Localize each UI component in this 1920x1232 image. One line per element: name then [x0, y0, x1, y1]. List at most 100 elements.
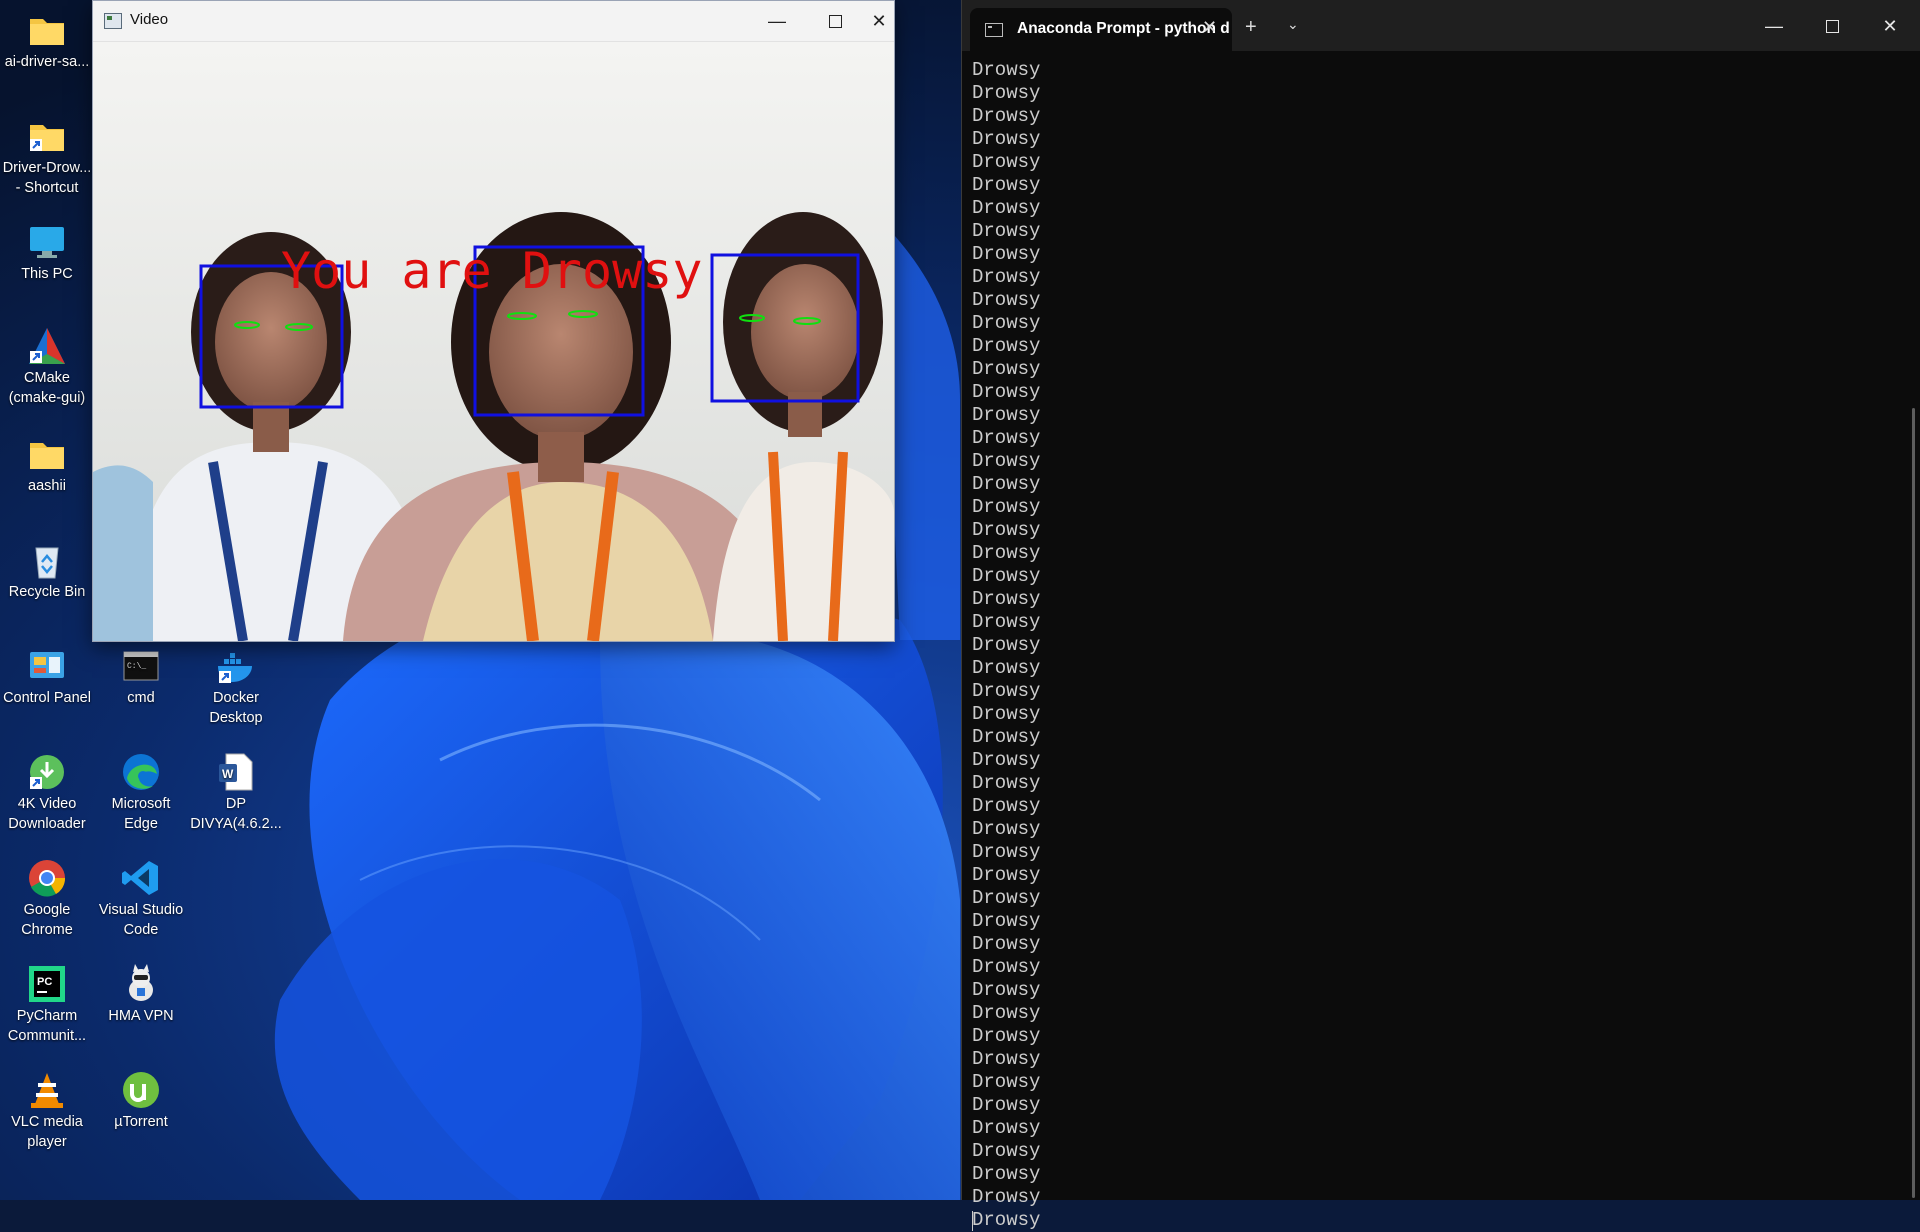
terminal-line: Drowsy: [972, 1071, 1041, 1093]
pycharm-icon: PC: [27, 964, 67, 1004]
terminal-line: Drowsy: [972, 611, 1041, 633]
video-window-titlebar[interactable]: Video — ✕: [93, 1, 894, 42]
chevron-down-icon[interactable]: ⌄: [1287, 16, 1299, 33]
terminal-line: Drowsy: [972, 703, 1041, 725]
terminal-line: Drowsy: [972, 151, 1041, 173]
terminal-line: Drowsy: [972, 335, 1041, 357]
terminal-line: Drowsy: [972, 910, 1041, 932]
terminal-line: Drowsy: [972, 197, 1041, 219]
terminal-titlebar[interactable]: Anaconda Prompt - python d ✕ + ⌄ — ✕: [962, 0, 1920, 51]
maximize-button[interactable]: [806, 1, 864, 41]
close-tab-icon[interactable]: ✕: [1202, 17, 1217, 38]
video-window-title: Video: [130, 11, 169, 28]
desktop-icon-pycharm[interactable]: PC PyCharm Communit...: [0, 958, 94, 1046]
edge-icon: [121, 752, 161, 792]
desktop-icon-control-panel[interactable]: Control Panel: [0, 640, 94, 708]
terminal-line: Drowsy: [972, 289, 1041, 311]
close-button[interactable]: ✕: [864, 1, 894, 41]
desktop-icon-microsoft-edge[interactable]: Microsoft Edge: [94, 746, 188, 834]
terminal-line: Drowsy: [972, 887, 1041, 909]
desktop-icon-cmd[interactable]: C:\_ cmd: [94, 640, 188, 708]
svg-text:PC: PC: [37, 976, 52, 988]
terminal-icon: [985, 23, 1003, 37]
terminal-line: Drowsy: [972, 220, 1041, 242]
monitor-icon: [27, 222, 67, 262]
terminal-line: Drowsy: [972, 496, 1041, 518]
minimize-button[interactable]: —: [748, 1, 806, 41]
desktop-icon-aashii[interactable]: aashii: [0, 428, 94, 496]
terminal-line: Drowsy: [972, 1094, 1041, 1116]
terminal-scrollbar[interactable]: [1912, 408, 1915, 1198]
svg-text:C:\_: C:\_: [127, 662, 146, 671]
folder-icon: [27, 10, 67, 50]
desktop-icon-recycle-bin[interactable]: Recycle Bin: [0, 534, 94, 602]
desktop-icon-dp-divya-doc[interactable]: W DP DIVYA(4.6.2...: [189, 746, 283, 834]
maximize-icon: [828, 14, 842, 28]
desktop-icon-hma-vpn[interactable]: HMA VPN: [94, 958, 188, 1026]
terminal-line: Drowsy: [972, 381, 1041, 403]
desktop-icon-docker[interactable]: Docker Desktop: [189, 640, 283, 728]
terminal-line: Drowsy: [972, 1140, 1041, 1162]
terminal-line: Drowsy: [972, 1163, 1041, 1185]
terminal-line: Drowsy: [972, 1117, 1041, 1139]
terminal-line: Drowsy: [972, 174, 1041, 196]
terminal-line: Drowsy: [972, 680, 1041, 702]
terminal-output[interactable]: Drowsy Drowsy Drowsy Drowsy Drowsy Drowsy Drow…: [972, 59, 1901, 1231]
minimize-icon: —: [768, 10, 786, 31]
terminal-line: Drowsy: [972, 956, 1041, 978]
desktop-icon-ai-driver[interactable]: ai-driver-sa...: [0, 4, 94, 72]
desktop-icon-vscode[interactable]: Visual Studio Code: [94, 852, 188, 940]
terminal-line: Drowsy: [972, 634, 1041, 656]
vscode-icon: [121, 858, 161, 898]
terminal-line: Drowsy: [972, 726, 1041, 748]
terminal-line: Drowsy: [972, 565, 1041, 587]
terminal-line: Drowsy: [972, 519, 1041, 541]
desktop-icon-cmake[interactable]: CMake (cmake-gui): [0, 320, 94, 408]
terminal-line: Drowsy: [972, 427, 1041, 449]
video-app-icon: [104, 13, 122, 29]
cmake-icon: [27, 326, 67, 366]
desktop-icon-utorrent[interactable]: µTorrent: [94, 1064, 188, 1132]
utorrent-icon: [121, 1070, 161, 1110]
close-icon: ✕: [1882, 15, 1898, 36]
terminal-line: Drowsy: [972, 588, 1041, 610]
close-icon: ✕: [871, 10, 887, 31]
terminal-line: Drowsy: [972, 864, 1041, 886]
terminal-window[interactable]: Anaconda Prompt - python d ✕ + ⌄ — ✕ Dro…: [961, 0, 1920, 1231]
terminal-line: Drowsy: [972, 1186, 1041, 1208]
docker-icon: [216, 646, 256, 686]
desktop-icon-google-chrome[interactable]: Google Chrome: [0, 852, 94, 940]
terminal-line: Drowsy: [972, 1002, 1041, 1024]
new-tab-button[interactable]: +: [1245, 16, 1257, 39]
chrome-icon: [27, 858, 67, 898]
terminal-line: Drowsy: [972, 243, 1041, 265]
desktop-icon-4k-video-downloader[interactable]: 4K Video Downloader: [0, 746, 94, 834]
terminal-line: Drowsy: [972, 1025, 1041, 1047]
terminal-line: Drowsy: [972, 772, 1041, 794]
video-window[interactable]: Video — ✕ You are Drowsy: [92, 0, 895, 642]
terminal-line: Drowsy: [972, 1209, 1901, 1232]
terminal-line: Drowsy: [972, 841, 1041, 863]
maximize-icon: [1825, 19, 1839, 33]
desktop-icon-driver-drowsiness-shortcut[interactable]: Driver-Drow... - Shortcut: [0, 110, 94, 198]
desktop-icon-this-pc[interactable]: This PC: [0, 216, 94, 284]
terminal-line: Drowsy: [972, 933, 1041, 955]
terminal-line: Drowsy: [972, 1048, 1041, 1070]
recycle-bin-icon: [27, 540, 67, 580]
terminal-line: Drowsy: [972, 450, 1041, 472]
control-panel-icon: [27, 646, 67, 686]
cmd-icon: C:\_: [121, 646, 161, 686]
terminal-line: Drowsy: [972, 749, 1041, 771]
terminal-tab[interactable]: Anaconda Prompt - python d ✕: [970, 8, 1232, 51]
video-downloader-icon: [27, 752, 67, 792]
desktop-icon-vlc[interactable]: VLC media player: [0, 1064, 94, 1152]
terminal-line: Drowsy: [972, 979, 1041, 1001]
folder-icon: [27, 434, 67, 474]
terminal-maximize-button[interactable]: [1803, 6, 1861, 46]
terminal-line: Drowsy: [972, 105, 1041, 127]
terminal-line: Drowsy: [972, 404, 1041, 426]
terminal-minimize-button[interactable]: —: [1745, 6, 1803, 46]
minimize-icon: —: [1765, 15, 1783, 36]
terminal-close-button[interactable]: ✕: [1861, 6, 1919, 46]
terminal-line: Drowsy: [972, 312, 1041, 334]
